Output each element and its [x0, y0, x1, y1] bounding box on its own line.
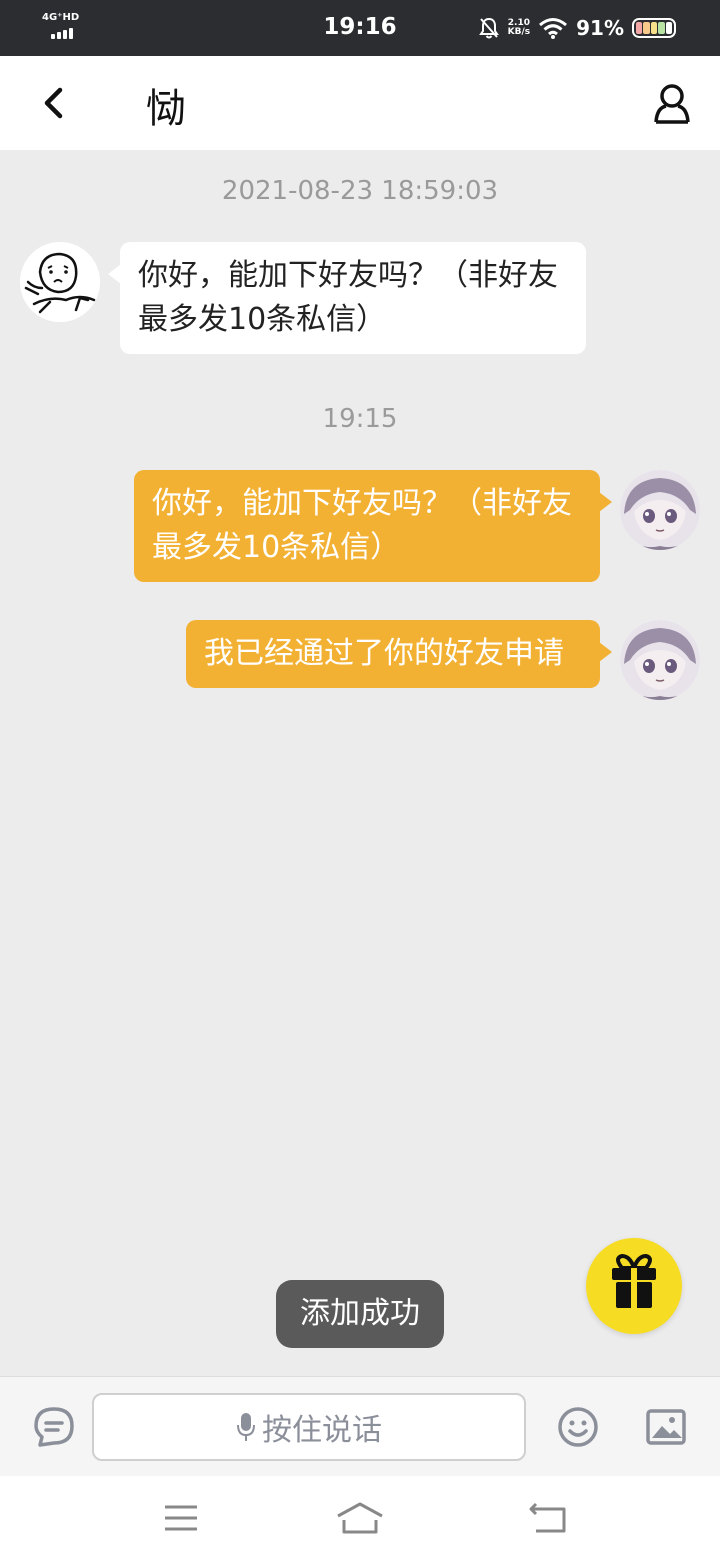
message-timestamp: 19:15 — [322, 404, 398, 434]
home-icon — [337, 1502, 383, 1534]
doodle-face-icon — [20, 242, 100, 322]
microphone-icon — [237, 1413, 255, 1441]
message-timestamp: 2021-08-23 18:59:03 — [221, 176, 499, 206]
message-list[interactable]: 2021-08-23 18:59:03 你好，能加下好友吗？（非好友最多发10条… — [0, 150, 720, 1376]
profile-button[interactable] — [652, 82, 692, 126]
notifications-muted-icon — [478, 17, 499, 39]
network-speed-unit: KB/s — [507, 27, 531, 37]
anime-girl-avatar-icon — [620, 620, 700, 700]
back-nav-button[interactable] — [526, 1500, 570, 1536]
hold-to-talk-button[interactable]: 按住说话 — [92, 1393, 526, 1461]
incoming-message-bubble[interactable]: 你好，能加下好友吗？（非好友最多发10条私信） — [108, 242, 586, 354]
image-button[interactable] — [644, 1405, 688, 1449]
network-speed: 2.10 KB/s — [508, 19, 530, 37]
my-avatar[interactable] — [620, 470, 700, 550]
battery-percent: 91% — [576, 16, 624, 40]
return-icon — [529, 1502, 566, 1533]
hold-to-talk-label: 按住说话 — [262, 1413, 382, 1448]
emoji-icon — [558, 1407, 598, 1447]
anime-girl-avatar-icon — [620, 470, 700, 550]
wifi-icon — [539, 18, 568, 39]
chat-header: 恸 — [0, 56, 720, 150]
my-avatar[interactable] — [620, 620, 700, 700]
emoji-button[interactable] — [556, 1405, 600, 1449]
gift-icon — [612, 1254, 656, 1308]
battery-icon — [632, 18, 676, 38]
contact-avatar[interactable] — [20, 242, 100, 322]
toast-message: 添加成功 — [276, 1280, 444, 1348]
switch-keyboard-button[interactable] — [32, 1405, 76, 1449]
status-bar: 4G⁺HD 19:16 2.10 KB/s 91% — [0, 0, 720, 56]
chat-title: 恸 — [146, 86, 186, 132]
back-button[interactable] — [30, 78, 78, 128]
recent-apps-button[interactable] — [159, 1500, 203, 1536]
home-button[interactable] — [334, 1500, 386, 1536]
image-icon — [646, 1409, 686, 1445]
gift-button[interactable] — [586, 1238, 682, 1334]
user-icon — [654, 84, 690, 124]
menu-icon — [165, 1505, 197, 1531]
outgoing-message-bubble[interactable]: 你好，能加下好友吗？（非好友最多发10条私信） — [134, 470, 612, 582]
outgoing-message-bubble[interactable]: 我已经通过了你的好友申请 — [186, 620, 612, 688]
input-bar: 按住说话 — [0, 1376, 720, 1476]
message-bubble-icon — [34, 1407, 74, 1447]
system-navigation-bar — [0, 1476, 720, 1560]
chevron-left-icon — [44, 87, 63, 119]
